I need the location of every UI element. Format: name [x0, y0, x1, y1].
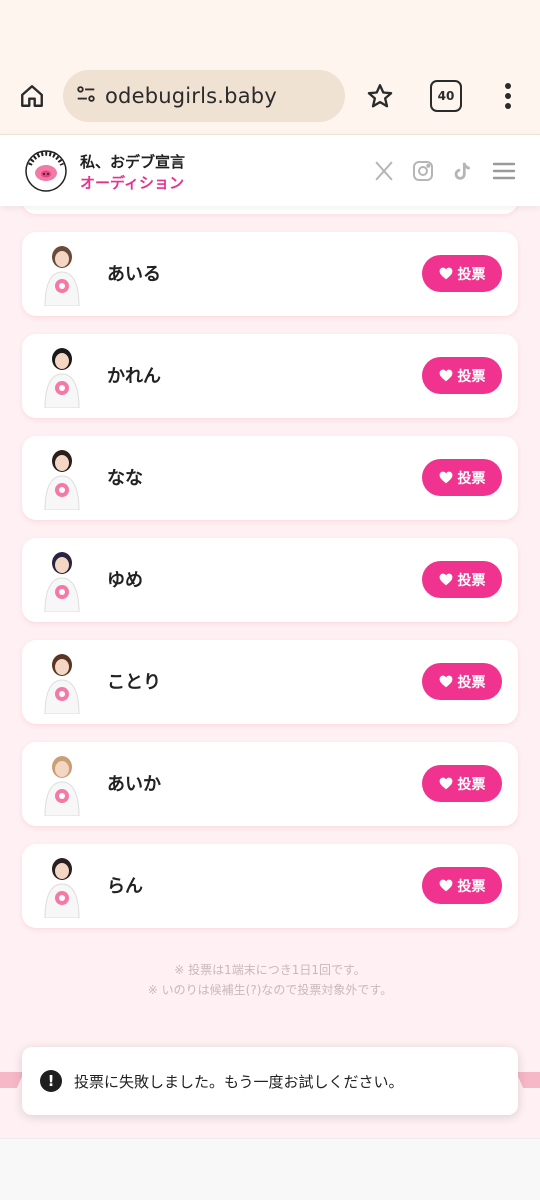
vote-button-label: 投票 — [457, 368, 486, 385]
heart-icon — [439, 777, 452, 790]
vote-button[interactable]: 投票 — [422, 255, 502, 292]
home-icon[interactable] — [14, 78, 50, 114]
vote-button[interactable]: 投票 — [422, 357, 502, 394]
heart-icon — [439, 879, 452, 892]
bookmark-star-icon[interactable] — [362, 78, 398, 114]
vote-notes: ※ 投票は1端末につき1日1回です。 ※ いのりは候補生(?)なので投票対象外で… — [0, 960, 540, 1000]
brand-subtitle: オーディション — [80, 174, 184, 192]
alert-icon: ! — [40, 1070, 62, 1092]
vote-note-line2: ※ いのりは候補生(?)なので投票対象外です。 — [147, 983, 393, 997]
vote-button[interactable]: 投票 — [422, 459, 502, 496]
decorative-ribbon-left — [0, 1072, 24, 1088]
site-logo[interactable] — [24, 149, 68, 193]
candidate-name: あいる — [107, 264, 161, 285]
candidate-name: かれん — [107, 366, 161, 387]
candidate-photo — [40, 650, 84, 715]
candidate-photo — [40, 242, 84, 307]
heart-icon — [439, 471, 452, 484]
vote-button-label: 投票 — [457, 266, 486, 283]
vote-button-label: 投票 — [457, 776, 486, 793]
candidate-card: ゆめ 投票 — [22, 538, 518, 622]
vote-button[interactable]: 投票 — [422, 663, 502, 700]
candidate-card: ことり 投票 — [22, 640, 518, 724]
tiktok-icon[interactable] — [448, 157, 476, 185]
vote-button[interactable]: 投票 — [422, 561, 502, 598]
error-toast[interactable]: ! 投票に失敗しました。もう一度お試しください。 — [22, 1047, 518, 1115]
decorative-ribbon-right — [516, 1072, 540, 1088]
vote-button-label: 投票 — [457, 572, 486, 589]
candidate-card: あいか 投票 — [22, 742, 518, 826]
x-twitter-icon[interactable] — [370, 157, 398, 185]
brand-title: 私、おデブ宣言 — [80, 153, 186, 171]
candidate-card: かれん 投票 — [22, 334, 518, 418]
candidate-name: あいか — [107, 774, 161, 795]
browser-bottom-area — [0, 1138, 540, 1200]
site-header: 私、おデブ宣言 オーディション — [0, 134, 540, 206]
candidate-name: ゆめ — [107, 570, 143, 591]
candidate-name: ことり — [107, 672, 161, 693]
candidate-name: らん — [107, 876, 143, 897]
heart-icon — [439, 573, 452, 586]
heart-icon — [439, 675, 452, 688]
candidate-photo — [40, 446, 84, 511]
hamburger-menu-icon[interactable] — [490, 157, 518, 185]
instagram-icon[interactable] — [409, 157, 437, 185]
vote-button-label: 投票 — [457, 470, 486, 487]
vote-note-line1: ※ 投票は1端末につき1日1回です。 — [174, 963, 366, 977]
browser-toolbar: odebugirls.baby 40 — [0, 0, 540, 134]
vote-button[interactable]: 投票 — [422, 765, 502, 802]
address-bar[interactable]: odebugirls.baby — [63, 70, 345, 122]
candidate-name: なな — [107, 468, 143, 489]
candidate-card: らん 投票 — [22, 844, 518, 928]
vote-button[interactable]: 投票 — [422, 867, 502, 904]
tab-switcher-button[interactable]: 40 — [430, 80, 462, 112]
candidate-card: なな 投票 — [22, 436, 518, 520]
site-settings-icon[interactable] — [75, 83, 97, 109]
toast-message: 投票に失敗しました。もう一度お試しください。 — [74, 1072, 404, 1091]
vote-button-label: 投票 — [457, 674, 486, 691]
heart-icon — [439, 267, 452, 280]
heart-icon — [439, 369, 452, 382]
vote-button-label: 投票 — [457, 878, 486, 895]
url-text: odebugirls.baby — [105, 84, 277, 108]
browser-menu-icon[interactable] — [496, 80, 520, 112]
candidate-photo — [40, 548, 84, 613]
candidate-photo — [40, 752, 84, 817]
candidate-photo — [40, 854, 84, 919]
candidate-card: あいる 投票 — [22, 232, 518, 316]
candidate-photo — [40, 344, 84, 409]
